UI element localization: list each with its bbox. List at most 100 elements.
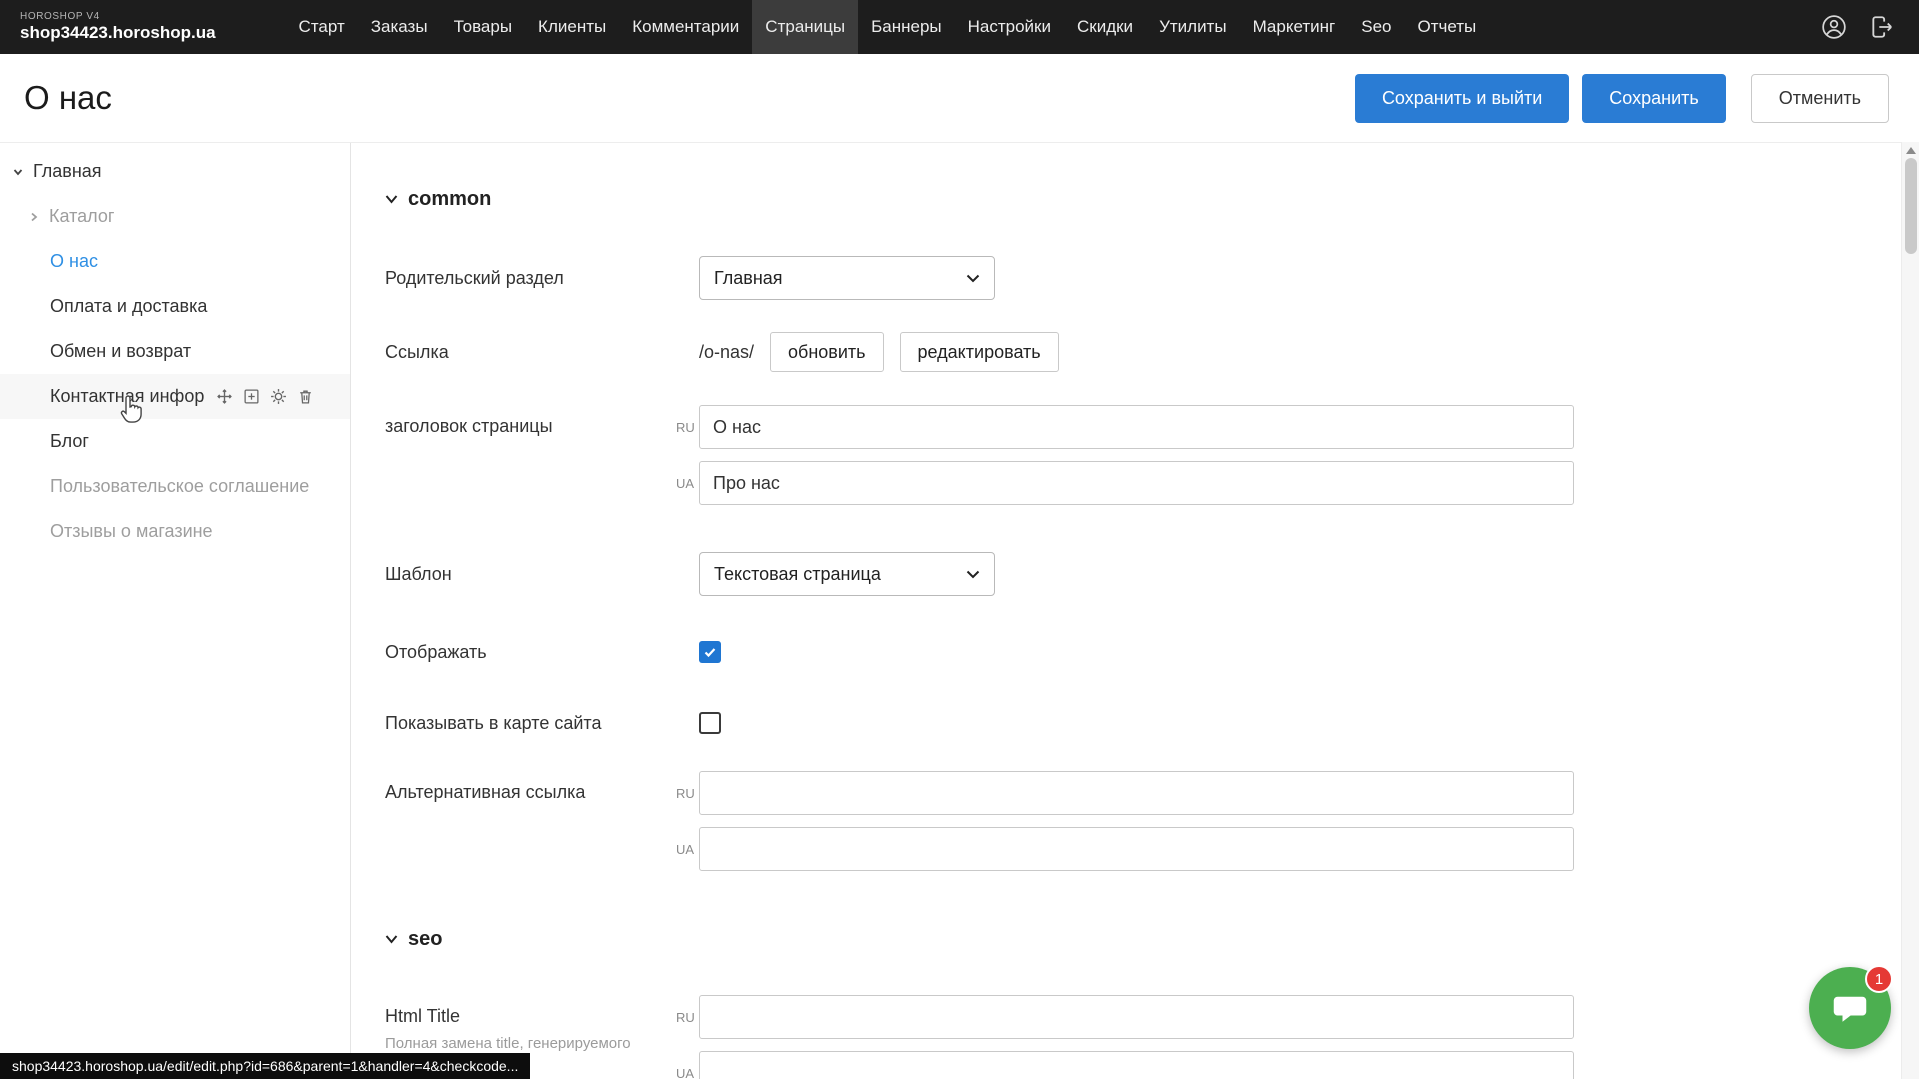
page-title-ru-input[interactable]: [699, 405, 1574, 449]
tree-item-otzyvy[interactable]: Отзывы о магазине: [0, 509, 350, 554]
page-header: О нас Сохранить и выйти Сохранить Отмени…: [0, 54, 1919, 142]
tree-item-glavnaya[interactable]: Главная: [0, 149, 350, 194]
tree-item-label: Каталог: [49, 206, 114, 227]
tree-item-label: Блог: [50, 431, 89, 452]
form-row-display: Отображать: [385, 641, 1919, 663]
parent-section-value: Главная: [714, 268, 783, 289]
html-title-ua-input[interactable]: [699, 1051, 1574, 1079]
tree-item-soglashenie[interactable]: Пользовательское соглашение: [0, 464, 350, 509]
alt-link-ua-input[interactable]: [699, 827, 1574, 871]
form-row-template: Шаблон Текстовая страница: [385, 552, 1919, 596]
tree-item-label: Контактная инфор: [50, 386, 204, 407]
tree-item-label: Главная: [33, 161, 102, 182]
cancel-button[interactable]: Отменить: [1751, 74, 1889, 123]
section-seo-toggle[interactable]: seo: [385, 927, 1919, 951]
link-refresh-button[interactable]: обновить: [770, 332, 884, 372]
nav-item-settings[interactable]: Настройки: [955, 0, 1064, 54]
nav-item-marketing[interactable]: Маркетинг: [1240, 0, 1349, 54]
header-actions: Сохранить и выйти Сохранить Отменить: [1355, 74, 1889, 123]
link-edit-button[interactable]: редактировать: [900, 332, 1059, 372]
parent-section-label: Родительский раздел: [385, 268, 699, 289]
nav-item-discounts[interactable]: Скидки: [1064, 0, 1146, 54]
nav-item-start[interactable]: Старт: [286, 0, 358, 54]
html-title-ru-input[interactable]: [699, 995, 1574, 1039]
settings-gear-icon[interactable]: [270, 388, 287, 405]
nav-item-utilities[interactable]: Утилиты: [1146, 0, 1240, 54]
nav-item-reports[interactable]: Отчеты: [1404, 0, 1489, 54]
nav-item-pages[interactable]: Страницы: [752, 0, 858, 54]
add-page-icon[interactable]: [243, 388, 260, 405]
tree-item-oplata[interactable]: Оплата и доставка: [0, 284, 350, 329]
tree-item-actions: [216, 388, 314, 405]
tree-item-o-nas[interactable]: О нас: [0, 239, 350, 284]
lang-badge-ua: UA: [676, 476, 699, 491]
nav-item-comments[interactable]: Комментарии: [619, 0, 752, 54]
scrollbar-thumb[interactable]: [1905, 158, 1917, 254]
lang-badge-ru: RU: [676, 1010, 699, 1025]
template-select[interactable]: Текстовая страница: [699, 552, 995, 596]
chevron-right-icon[interactable]: [28, 211, 42, 223]
chat-bubble-icon: [1830, 988, 1870, 1028]
logout-icon[interactable]: [1869, 14, 1895, 40]
topbar: HOROSHOP V4 shop34423.horoshop.ua Старт …: [0, 0, 1919, 54]
topbar-right: [1821, 14, 1899, 40]
parent-section-select[interactable]: Главная: [699, 256, 995, 300]
page-edit-form: common Родительский раздел Главная Ссылк…: [351, 143, 1919, 1079]
page-title-ua-input[interactable]: [699, 461, 1574, 505]
nav-item-products[interactable]: Товары: [441, 0, 525, 54]
section-common-toggle[interactable]: common: [385, 187, 1919, 211]
nav-item-orders[interactable]: Заказы: [358, 0, 441, 54]
link-label: Ссылка: [385, 342, 699, 363]
form-row-html-title: Html Title Полная замена title, генериру…: [385, 995, 1919, 1079]
form-row-page-title: заголовок страницы RU UA: [385, 405, 1919, 505]
move-icon[interactable]: [216, 388, 233, 405]
alt-link-label: Альтернативная ссылка: [385, 771, 676, 803]
tree-item-obmen[interactable]: Обмен и возврат: [0, 329, 350, 374]
chat-widget-button[interactable]: 1: [1809, 967, 1891, 1049]
section-seo-title: seo: [408, 928, 442, 951]
lang-badge-ru: RU: [676, 420, 699, 435]
user-account-icon[interactable]: [1821, 14, 1847, 40]
nav-item-banners[interactable]: Баннеры: [858, 0, 955, 54]
check-icon: [702, 644, 718, 660]
brand[interactable]: HOROSHOP V4 shop34423.horoshop.ua: [20, 11, 216, 42]
vertical-scrollbar[interactable]: [1901, 142, 1919, 1079]
html-title-hint: Полная замена title, генерируемого: [385, 1035, 676, 1052]
lang-badge-ua: UA: [676, 842, 699, 857]
sitemap-label: Показывать в карте сайта: [385, 713, 699, 734]
form-row-link: Ссылка /o-nas/ обновить редактировать: [385, 332, 1919, 372]
top-nav: Старт Заказы Товары Клиенты Комментарии …: [286, 0, 1490, 54]
status-url-tooltip: shop34423.horoshop.ua/edit/edit.php?id=6…: [0, 1053, 530, 1079]
delete-trash-icon[interactable]: [297, 388, 314, 405]
tree-item-label: О нас: [50, 251, 98, 272]
template-value: Текстовая страница: [714, 564, 881, 585]
lang-badge-ua: UA: [676, 1066, 699, 1079]
nav-item-clients[interactable]: Клиенты: [525, 0, 619, 54]
brand-domain-label: shop34423.horoshop.ua: [20, 23, 216, 43]
brand-version-label: HOROSHOP V4: [20, 11, 216, 23]
tree-item-blog[interactable]: Блог: [0, 419, 350, 464]
chevron-down-icon: [385, 194, 398, 204]
chevron-down-icon: [966, 274, 980, 283]
tree-item-label: Оплата и доставка: [50, 296, 207, 317]
lang-badge-ru: RU: [676, 786, 699, 801]
template-label: Шаблон: [385, 564, 699, 585]
tree-item-katalog[interactable]: Каталог: [0, 194, 350, 239]
form-row-parent-section: Родительский раздел Главная: [385, 256, 1919, 300]
chevron-down-icon: [966, 570, 980, 579]
scroll-up-arrow-icon[interactable]: [1906, 147, 1916, 154]
chevron-down-icon[interactable]: [12, 166, 26, 178]
sitemap-checkbox[interactable]: [699, 712, 721, 734]
tree-item-label: Обмен и возврат: [50, 341, 191, 362]
save-and-exit-button[interactable]: Сохранить и выйти: [1355, 74, 1569, 123]
html-title-label: Html Title: [385, 1006, 676, 1027]
tree-item-kontaktnaya[interactable]: Контактная инфор: [0, 374, 350, 419]
form-row-alt-link: Альтернативная ссылка RU UA: [385, 771, 1919, 871]
display-checkbox[interactable]: [699, 641, 721, 663]
nav-item-seo[interactable]: Seo: [1348, 0, 1404, 54]
save-button[interactable]: Сохранить: [1582, 74, 1725, 123]
alt-link-ru-input[interactable]: [699, 771, 1574, 815]
tree-item-label: Отзывы о магазине: [50, 521, 213, 542]
tree-item-label: Пользовательское соглашение: [50, 476, 309, 497]
link-group: /o-nas/ обновить редактировать: [699, 332, 1075, 372]
